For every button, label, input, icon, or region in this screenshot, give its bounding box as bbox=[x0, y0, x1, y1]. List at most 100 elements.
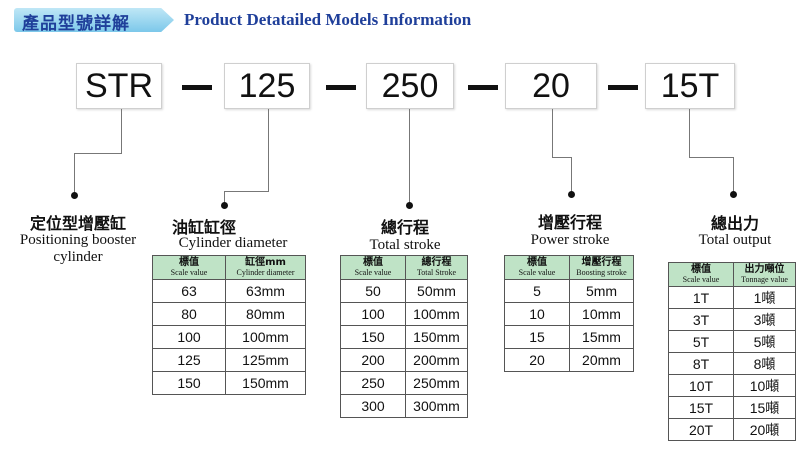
header-label-en: Scale value bbox=[170, 268, 208, 277]
table-cell: 10mm bbox=[569, 302, 634, 326]
table-cell: 200 bbox=[340, 348, 406, 372]
table-row: 15 15mm bbox=[504, 325, 634, 349]
code-separator bbox=[608, 85, 638, 90]
table-cell: 150mm bbox=[405, 325, 468, 349]
connector-line bbox=[74, 153, 122, 154]
table-row: 80 80mm bbox=[152, 302, 306, 326]
header-label-zh: 標值 bbox=[527, 257, 547, 268]
table-header: 缸徑mm Cylinder diameter bbox=[225, 255, 306, 280]
table-header: 標值 Scale value bbox=[152, 255, 226, 280]
header-label-en: Tonnage value bbox=[741, 275, 788, 284]
power-label-en: Power stroke bbox=[530, 232, 610, 248]
power-label-zh: 增壓行程 bbox=[537, 213, 602, 232]
table-cell: 150mm bbox=[225, 371, 306, 395]
table-row: 5T 5噸 bbox=[668, 330, 796, 353]
table-row: 50 50mm bbox=[340, 279, 468, 303]
power-table: 標值 Scale value 增壓行程 Boosting stroke 5 5mm 1… bbox=[504, 255, 634, 372]
connector-line bbox=[689, 157, 733, 158]
table-cell: 300mm bbox=[405, 394, 468, 418]
stroke-label-zh: 總行程 bbox=[380, 218, 429, 237]
table-row: 150 150mm bbox=[340, 325, 468, 349]
table-row: 200 200mm bbox=[340, 348, 468, 372]
table-cell: 80 bbox=[152, 302, 226, 326]
output-table: 標值 Scale value 出力噸位 Tonnage value 1T 1噸 3T 3… bbox=[668, 262, 796, 441]
connector-dot bbox=[71, 192, 78, 199]
table-cell: 5T bbox=[668, 330, 734, 353]
code-separator bbox=[468, 85, 498, 90]
stroke-table: 標值 Scale value 總行程 Total Stroke 50 50mm 100… bbox=[340, 255, 468, 418]
header-label-en: Boosting stroke bbox=[576, 268, 627, 277]
header-label-zh: 增壓行程 bbox=[581, 257, 622, 268]
table-cell: 1T bbox=[668, 286, 734, 309]
type-label-en-2: cylinder bbox=[53, 249, 103, 265]
table-cell: 15mm bbox=[569, 325, 634, 349]
code-box-diameter: 125 bbox=[224, 63, 310, 109]
stroke-label-en: Total stroke bbox=[369, 237, 441, 253]
connector-dot bbox=[730, 191, 737, 198]
table-header: 出力噸位 Tonnage value bbox=[733, 262, 796, 287]
table-row: 125 125mm bbox=[152, 348, 306, 372]
table-cell: 100 bbox=[152, 325, 226, 349]
code-box-type: STR bbox=[76, 63, 162, 109]
connector-line bbox=[689, 109, 690, 157]
table-header: 標值 Scale value bbox=[504, 255, 570, 280]
code-box-output: 15T bbox=[645, 63, 735, 109]
header-label-zh: 總行程 bbox=[421, 257, 452, 268]
table-cell: 150 bbox=[152, 371, 226, 395]
table-cell: 50mm bbox=[405, 279, 468, 303]
table-row: 100 100mm bbox=[152, 325, 306, 349]
connector-line bbox=[552, 109, 553, 157]
table-row: 8T 8噸 bbox=[668, 352, 796, 375]
table-cell: 20 bbox=[504, 348, 570, 372]
code-separator bbox=[326, 85, 356, 90]
table-header: 標值 Scale value bbox=[340, 255, 406, 280]
table-row: 20 20mm bbox=[504, 348, 634, 372]
code-separator bbox=[182, 85, 212, 90]
table-row: 15T 15噸 bbox=[668, 396, 796, 419]
table-cell: 150 bbox=[340, 325, 406, 349]
table-cell: 63mm bbox=[225, 279, 306, 303]
table-cell: 15 bbox=[504, 325, 570, 349]
table-row: 10 10mm bbox=[504, 302, 634, 326]
table-cell: 5 bbox=[504, 279, 570, 303]
connector-line bbox=[224, 191, 269, 192]
table-row: 250 250mm bbox=[340, 371, 468, 395]
table-cell: 15T bbox=[668, 396, 734, 419]
table-cell: 50 bbox=[340, 279, 406, 303]
table-row: 1T 1噸 bbox=[668, 286, 796, 309]
code-box-power: 20 bbox=[505, 63, 597, 109]
table-cell: 200mm bbox=[405, 348, 468, 372]
diameter-table: 標值 Scale value 缸徑mm Cylinder diameter 63 63… bbox=[152, 255, 306, 395]
output-label-en: Total output bbox=[698, 232, 772, 248]
table-cell: 80mm bbox=[225, 302, 306, 326]
diameter-label-en: Cylinder diameter bbox=[178, 235, 288, 251]
table-cell: 3噸 bbox=[733, 308, 796, 331]
table-cell: 5mm bbox=[569, 279, 634, 303]
connector-dot bbox=[221, 202, 228, 209]
connector-line bbox=[268, 109, 269, 191]
table-row: 100 100mm bbox=[340, 302, 468, 326]
header-label-zh: 缸徑mm bbox=[245, 257, 286, 268]
table-row: 10T 10噸 bbox=[668, 374, 796, 397]
connector-line bbox=[733, 157, 734, 193]
header-label-zh: 標值 bbox=[363, 257, 383, 268]
table-cell: 100 bbox=[340, 302, 406, 326]
table-row: 150 150mm bbox=[152, 371, 306, 395]
table-cell: 63 bbox=[152, 279, 226, 303]
header-label-en: Cylinder diameter bbox=[236, 268, 295, 277]
table-row: 63 63mm bbox=[152, 279, 306, 303]
table-cell: 5噸 bbox=[733, 330, 796, 353]
table-cell: 3T bbox=[668, 308, 734, 331]
table-header: 標值 Scale value bbox=[668, 262, 734, 287]
connector-line bbox=[121, 109, 122, 153]
table-row: 3T 3噸 bbox=[668, 308, 796, 331]
table-cell: 250 bbox=[340, 371, 406, 395]
table-cell: 15噸 bbox=[733, 396, 796, 419]
connector-dot bbox=[406, 202, 413, 209]
table-cell: 125 bbox=[152, 348, 226, 372]
table-cell: 250mm bbox=[405, 371, 468, 395]
table-cell: 1噸 bbox=[733, 286, 796, 309]
code-box-stroke: 250 bbox=[366, 63, 454, 109]
type-label-en-1: Positioning booster bbox=[19, 232, 137, 248]
connector-dot bbox=[568, 191, 575, 198]
